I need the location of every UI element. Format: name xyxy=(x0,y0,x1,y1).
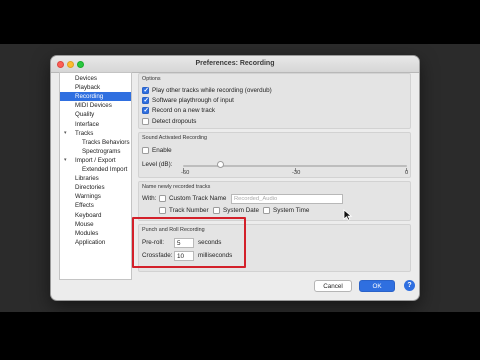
track-number-label: Track Number xyxy=(169,207,209,214)
track-naming-header: Name newly recorded tracks xyxy=(142,184,211,190)
sidebar-item-label: Tracks xyxy=(75,129,94,137)
record-new-track-checkbox[interactable] xyxy=(142,106,149,114)
sidebar-item-label: Directories xyxy=(75,184,105,192)
custom-track-name-checkbox[interactable] xyxy=(159,195,166,202)
system-time-label: System Time xyxy=(273,207,310,214)
sidebar-item-label: Application xyxy=(75,238,106,246)
level-slider-knob[interactable] xyxy=(216,161,224,168)
software-playthrough-label: Software playthrough of input xyxy=(152,97,234,104)
custom-track-name-label: Custom Track Name xyxy=(169,195,227,202)
sound-activated-header: Sound Activated Recording xyxy=(142,135,208,141)
sound-activated-group: Sound Activated Recording Enable Level (… xyxy=(138,132,411,178)
custom-track-name-input[interactable]: Recorded_Audio xyxy=(231,194,343,204)
sidebar-item-playback[interactable]: Playback xyxy=(60,83,131,92)
sidebar-item-label: Quality xyxy=(75,111,95,119)
sidebar-item-label: Import / Export xyxy=(75,156,116,164)
sidebar-item-label: Warnings xyxy=(75,193,101,201)
sidebar-item-recording[interactable]: Recording xyxy=(60,92,131,102)
sidebar-item-warnings[interactable]: Warnings xyxy=(60,192,131,201)
sidebar-item-label: MIDI Devices xyxy=(75,102,112,110)
preferences-sidebar: Devices Playback Recording MIDI Devices Qual… xyxy=(59,72,132,280)
sidebar-item-label: Recording xyxy=(75,93,104,101)
sound-activated-enable-label: Enable xyxy=(152,147,172,154)
help-icon[interactable]: ? xyxy=(404,280,415,291)
system-date-label: System Date xyxy=(223,207,260,214)
sidebar-item-devices[interactable]: Devices xyxy=(60,74,131,83)
software-playthrough-checkbox[interactable] xyxy=(142,96,149,104)
sidebar-item-application[interactable]: Application xyxy=(60,238,131,247)
record-new-track-label: Record on a new track xyxy=(152,107,215,114)
sidebar-item-label: Effects xyxy=(75,202,94,210)
sidebar-item-label: Libraries xyxy=(75,175,99,183)
sidebar-item-modules[interactable]: Modules xyxy=(60,229,131,238)
with-label: With: xyxy=(142,195,157,202)
sound-activated-enable-checkbox[interactable] xyxy=(142,147,149,154)
sidebar-item-spectrograms[interactable]: Spectrograms xyxy=(60,147,131,156)
sidebar-item-effects[interactable]: Effects xyxy=(60,201,131,210)
system-date-checkbox[interactable] xyxy=(213,207,220,214)
sidebar-item-label: Devices xyxy=(75,75,98,82)
letterbox-top xyxy=(0,0,480,44)
title-bar[interactable]: Preferences: Recording xyxy=(51,56,419,73)
sidebar-item-label: Extended Import xyxy=(82,166,128,173)
detect-dropouts-checkbox[interactable] xyxy=(142,118,149,125)
track-naming-group: Name newly recorded tracks With: Custom … xyxy=(138,181,411,221)
sidebar-item-midi-devices[interactable]: MIDI Devices xyxy=(60,101,131,110)
sidebar-item-interface[interactable]: Interface xyxy=(60,120,131,129)
sidebar-item-label: Spectrograms xyxy=(82,147,121,155)
sidebar-item-libraries[interactable]: Libraries xyxy=(60,174,131,183)
sidebar-item-label: Mouse xyxy=(75,220,94,228)
sidebar-item-mouse[interactable]: Mouse xyxy=(60,220,131,229)
window-title: Preferences: Recording xyxy=(195,60,275,67)
sidebar-item-quality[interactable]: Quality xyxy=(60,110,131,119)
level-db-label: Level (dB): xyxy=(142,161,173,168)
detect-dropouts-label: Detect dropouts xyxy=(152,118,197,125)
overdub-label: Play other tracks while recording (overd… xyxy=(152,87,272,94)
disclosure-chevron-icon[interactable]: ▾ xyxy=(64,129,67,138)
overdub-checkbox[interactable] xyxy=(142,86,149,94)
options-group: Options Play other tracks while recordin… xyxy=(138,73,411,129)
level-scale-mid: -30 xyxy=(292,170,301,176)
sidebar-item-import-export[interactable]: ▾ Import / Export xyxy=(60,156,131,165)
sidebar-item-label: Interface xyxy=(75,120,100,128)
ok-button[interactable]: OK xyxy=(359,280,395,292)
level-scale-max: 0 xyxy=(405,170,409,176)
punch-and-roll-highlight-box xyxy=(132,217,246,268)
level-scale-min: -60 xyxy=(181,170,190,176)
sidebar-item-label: Keyboard xyxy=(75,211,102,219)
track-number-checkbox[interactable] xyxy=(159,207,166,214)
sidebar-item-label: Tracks Behaviors xyxy=(82,138,130,146)
sidebar-item-tracks[interactable]: ▾ Tracks xyxy=(60,129,131,138)
mouse-pointer-icon xyxy=(343,209,353,221)
cancel-button[interactable]: Cancel xyxy=(314,280,352,292)
system-time-checkbox[interactable] xyxy=(263,207,270,214)
letterbox-bottom xyxy=(0,312,480,360)
sidebar-item-label: Playback xyxy=(75,84,101,92)
sidebar-item-directories[interactable]: Directories xyxy=(60,183,131,192)
options-header: Options xyxy=(142,76,161,82)
sidebar-item-tracks-behaviors[interactable]: Tracks Behaviors xyxy=(60,138,131,147)
disclosure-chevron-icon[interactable]: ▾ xyxy=(64,156,67,165)
sidebar-item-label: Modules xyxy=(75,229,99,237)
sidebar-item-extended-import[interactable]: Extended Import xyxy=(60,165,131,174)
sidebar-item-keyboard[interactable]: Keyboard xyxy=(60,211,131,220)
